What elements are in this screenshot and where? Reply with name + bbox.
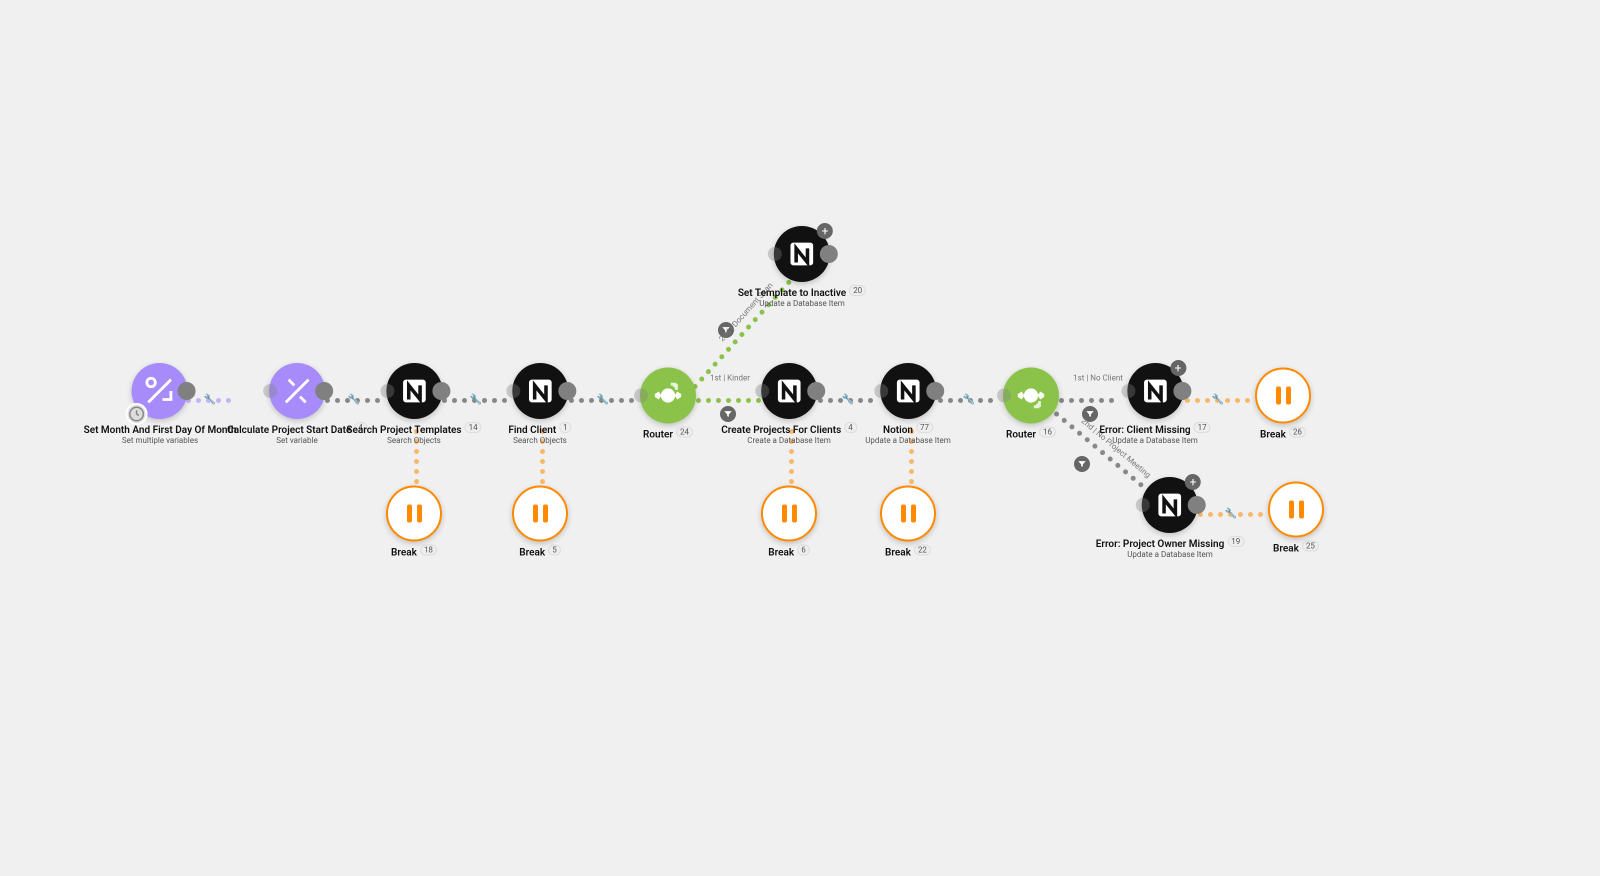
node-title: Router [643, 430, 673, 441]
node-title: Error: Client Missing [1099, 425, 1190, 436]
workflow-canvas[interactable]: 🔧 🔧 🔧 🔧 2nd | Document Scan 1st | Kinder… [0, 0, 1600, 876]
node-set-template-inactive[interactable]: + Set Template to Inactive20 Update a Da… [738, 226, 866, 308]
node-badge: 24 [676, 427, 693, 438]
node-find-client[interactable]: Find Client1 Search Objects [508, 363, 571, 445]
node-break-4[interactable]: Break22 [880, 486, 936, 559]
node-break-1[interactable]: Break18 [386, 486, 442, 559]
node-title: Set Template to Inactive [738, 288, 846, 299]
notion-icon [761, 363, 817, 419]
node-subtitle: Search Objects [387, 436, 441, 445]
node-subtitle: Update a Database Item [1127, 550, 1213, 559]
notion-icon: + [1142, 477, 1198, 533]
node-badge: 16 [1039, 427, 1056, 438]
node-badge: 6 [797, 545, 810, 556]
node-badge: 5 [548, 545, 561, 556]
node-badge: 17 [1194, 422, 1211, 433]
node-break-6[interactable]: Break25 [1268, 482, 1324, 555]
node-error-client-missing[interactable]: + Error: Client Missing 17 Update a Datab… [1099, 363, 1210, 445]
node-router-2[interactable]: Router16 [1003, 368, 1059, 441]
node-search-templates[interactable]: Search Project Templates 14 Search Object… [346, 363, 481, 445]
node-title: Break [1260, 430, 1286, 441]
node-subtitle: Set variable [276, 436, 317, 445]
node-badge: 22 [914, 545, 931, 556]
node-error-owner-missing[interactable]: + Error: Project Owner Missing19 Update … [1096, 477, 1245, 559]
node-subtitle: Create a Database Item [747, 436, 830, 445]
node-badge: 20 [849, 285, 866, 296]
node-badge: 4 [844, 422, 857, 433]
node-badge: 1 [559, 422, 572, 433]
node-subtitle: Set multiple variables [122, 436, 198, 445]
node-title: Break [1273, 544, 1299, 555]
node-title: Search Project Templates [346, 425, 461, 436]
node-subtitle: Update a Database Item [759, 299, 845, 308]
pause-icon [512, 486, 568, 542]
node-badge: 77 [916, 422, 933, 433]
node-title: Calculate Project Start Date [227, 425, 351, 436]
node-create-projects[interactable]: Create Projects For Clients4 Create a Da… [721, 363, 857, 445]
node-title: Break [768, 548, 794, 559]
node-title: Break [391, 548, 417, 559]
connector: 🔧 [569, 396, 637, 404]
node-title: Error: Project Owner Missing [1096, 539, 1225, 550]
tools-icon [269, 363, 325, 419]
notion-icon [880, 363, 936, 419]
node-title: Set Month And First Day Of Month [84, 425, 237, 436]
plus-icon[interactable]: + [1185, 474, 1201, 490]
node-title: Notion [883, 425, 913, 436]
notion-icon: + [1127, 363, 1183, 419]
router-icon [640, 368, 696, 424]
notion-icon [512, 363, 568, 419]
node-title: Break [885, 548, 911, 559]
node-badge: 18 [420, 545, 437, 556]
node-subtitle: Update a Database Item [865, 436, 951, 445]
filter-icon[interactable] [1074, 456, 1090, 472]
pause-icon [880, 486, 936, 542]
node-break-3[interactable]: Break6 [761, 486, 817, 559]
node-subtitle: Search Objects [513, 436, 567, 445]
node-badge: 14 [465, 422, 482, 433]
node-title: Create Projects For Clients [721, 425, 841, 436]
pause-icon [761, 486, 817, 542]
node-title: Router [1006, 430, 1036, 441]
node-subtitle: Update a Database Item [1112, 436, 1198, 445]
plus-icon[interactable]: + [817, 223, 833, 239]
pause-icon [1255, 368, 1311, 424]
node-set-month[interactable]: Set Month And First Day Of Month Set mul… [84, 363, 237, 445]
router-icon [1003, 368, 1059, 424]
node-break-5[interactable]: Break26 [1255, 368, 1311, 441]
tools-icon [132, 363, 188, 419]
node-break-2[interactable]: Break5 [512, 486, 568, 559]
node-title: Break [519, 548, 545, 559]
node-title: Find Client [508, 425, 556, 436]
node-notion-update[interactable]: Notion77 Update a Database Item [865, 363, 951, 445]
plus-icon[interactable]: + [1170, 360, 1186, 376]
node-badge: 25 [1302, 541, 1319, 552]
node-badge: 19 [1227, 536, 1244, 547]
node-badge: 26 [1289, 427, 1306, 438]
node-router-1[interactable]: Router24 [640, 368, 696, 441]
pause-icon [1268, 482, 1324, 538]
notion-icon [386, 363, 442, 419]
pause-icon [386, 486, 442, 542]
notion-icon: + [774, 226, 830, 282]
